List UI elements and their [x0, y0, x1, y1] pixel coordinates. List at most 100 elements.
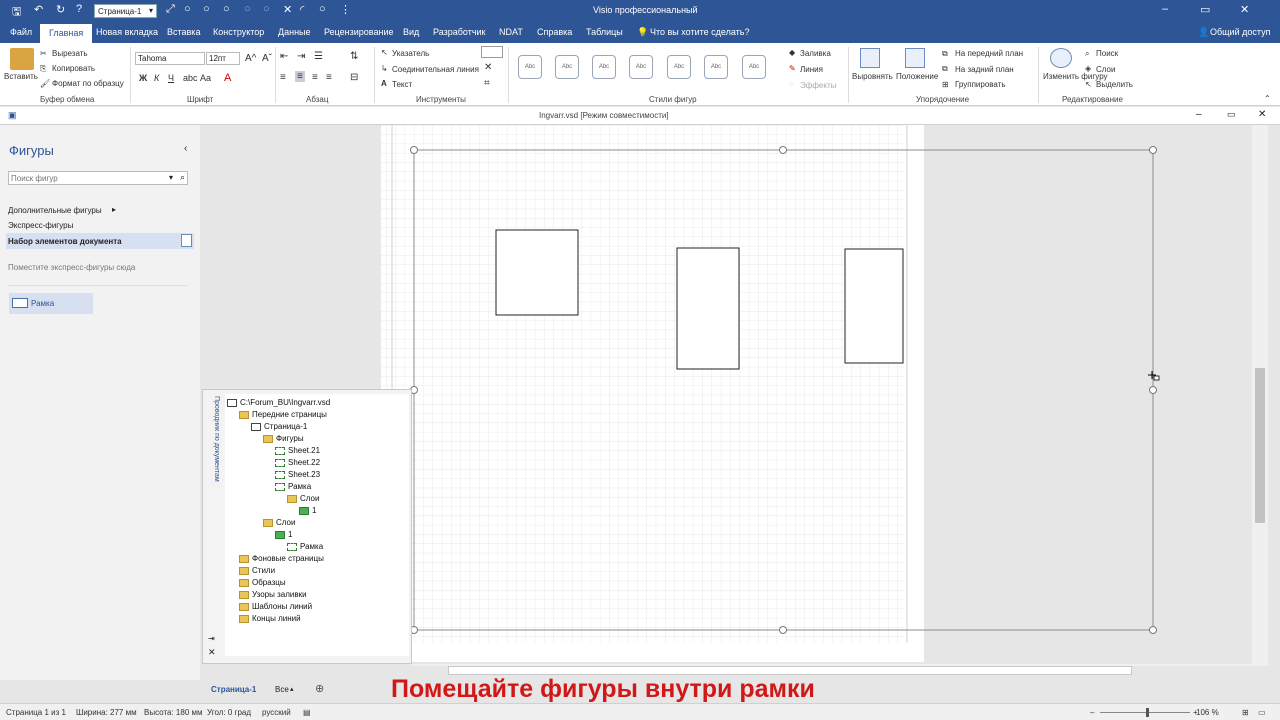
save-icon[interactable]: 🖫: [12, 3, 21, 22]
tab-new[interactable]: Новая вкладка: [96, 25, 158, 39]
line-button[interactable]: Линия: [800, 65, 823, 74]
collapse-pane-icon[interactable]: ‹: [184, 143, 187, 154]
doc-close-icon[interactable]: ✕: [1258, 109, 1266, 120]
ellipse-icon[interactable]: ○: [244, 3, 251, 15]
zoom-slider-thumb[interactable]: [1146, 708, 1149, 717]
tab-insert[interactable]: Вставка: [167, 25, 200, 39]
status-page[interactable]: Страница 1 из 1: [6, 708, 66, 717]
doc-maximize-icon[interactable]: ▭: [1227, 109, 1236, 120]
bold-button[interactable]: Ж: [139, 73, 147, 83]
chevron-down-icon[interactable]: ▾: [169, 173, 173, 182]
text-block-icon[interactable]: ⊟: [350, 72, 358, 83]
text-direction-icon[interactable]: ⇅: [350, 51, 358, 62]
shape-search-input[interactable]: [9, 172, 159, 185]
redo-icon[interactable]: ↻: [56, 3, 65, 16]
vertical-scroll-thumb[interactable]: [1255, 368, 1265, 523]
change-shape-icon[interactable]: [1050, 48, 1072, 68]
quick-shapes-link[interactable]: Экспресс-фигуры: [8, 221, 73, 230]
connector-tool-button[interactable]: Соединительная линия: [392, 65, 479, 74]
tab-file[interactable]: Файл: [10, 25, 32, 39]
tab-tables[interactable]: Таблицы: [586, 25, 623, 39]
shape-style-1[interactable]: Abc: [518, 55, 542, 79]
zoom-out-icon[interactable]: –: [1090, 708, 1094, 717]
pin-icon[interactable]: ⇥: [208, 634, 215, 643]
explorer-tree-item[interactable]: Шаблоны линий: [239, 602, 312, 611]
crop-tool-icon[interactable]: ⌗: [484, 78, 490, 89]
ellipse-icon[interactable]: ○: [263, 3, 270, 15]
align-icon[interactable]: [860, 48, 880, 68]
font-size-select[interactable]: 12пт: [206, 52, 240, 65]
shape-style-4[interactable]: Abc: [629, 55, 653, 79]
explorer-tree-item[interactable]: Стили: [239, 566, 275, 575]
sheet-22-rectangle[interactable]: [676, 247, 740, 370]
page-tab-current[interactable]: Страница-1: [211, 685, 256, 694]
tab-design[interactable]: Конструктор: [213, 25, 264, 39]
send-back-button[interactable]: На задний план: [955, 65, 1014, 74]
selection-handle[interactable]: [779, 146, 787, 154]
shrink-font-icon[interactable]: Aˇ: [262, 53, 272, 64]
align-right-icon[interactable]: ≡: [312, 72, 318, 83]
customize-icon[interactable]: ⋮: [340, 3, 351, 16]
tab-data[interactable]: Данные: [278, 25, 311, 39]
explorer-tree-item[interactable]: Фоновые страницы: [239, 554, 324, 563]
vertical-scrollbar[interactable]: [1252, 125, 1268, 666]
tab-ndat[interactable]: NDAT: [499, 25, 523, 39]
selection-handle[interactable]: [779, 626, 787, 634]
tab-developer[interactable]: Разработчик: [433, 25, 485, 39]
shape-style-6[interactable]: Abc: [704, 55, 728, 79]
fit-page-icon[interactable]: ⊞: [1242, 708, 1249, 717]
frame-shape-item[interactable]: Рамка: [9, 293, 93, 314]
selection-handle[interactable]: [1149, 146, 1157, 154]
all-pages-button[interactable]: Все: [275, 685, 289, 694]
justify-icon[interactable]: ≡: [326, 72, 332, 83]
position-button[interactable]: Положение: [896, 72, 938, 81]
close-icon[interactable]: ✕: [1240, 3, 1249, 16]
shape-style-5[interactable]: Abc: [667, 55, 691, 79]
zoom-level[interactable]: 106 %: [1196, 708, 1219, 717]
group-shapes-button[interactable]: Группировать: [955, 80, 1006, 89]
maximize-icon[interactable]: ▭: [1200, 3, 1210, 16]
selection-handle[interactable]: [1149, 626, 1157, 634]
minimize-icon[interactable]: –: [1162, 3, 1168, 15]
shape-style-2[interactable]: Abc: [555, 55, 579, 79]
macro-icon[interactable]: ▤: [303, 708, 311, 717]
explorer-tree-item[interactable]: 1: [299, 506, 316, 515]
tab-home[interactable]: Главная: [40, 24, 93, 43]
pointer-icon[interactable]: ⤢: [166, 3, 175, 16]
add-page-icon[interactable]: ⊕: [315, 682, 324, 695]
paste-icon[interactable]: [10, 48, 34, 70]
close-tool-icon[interactable]: ✕: [484, 62, 492, 73]
paste-button[interactable]: Вставить: [4, 72, 38, 81]
italic-button[interactable]: К: [154, 73, 159, 83]
help-icon[interactable]: ?: [76, 3, 82, 15]
align-left-icon[interactable]: ≡: [280, 72, 286, 83]
arc-icon[interactable]: ◜: [300, 3, 304, 16]
tab-review[interactable]: Рецензирование: [324, 25, 394, 39]
change-case-icon[interactable]: Aa: [200, 73, 211, 83]
page-selector[interactable]: Страница-1 ▾: [94, 4, 157, 18]
share-button[interactable]: Общий доступ: [1210, 25, 1270, 39]
explorer-tree-item[interactable]: Образцы: [239, 578, 286, 587]
layers-button[interactable]: Слои: [1096, 65, 1115, 74]
more-shapes-link[interactable]: Дополнительные фигуры: [8, 206, 102, 215]
pointer-tool-button[interactable]: Указатель: [392, 49, 429, 58]
status-language[interactable]: русский: [262, 708, 291, 717]
text-tool-button[interactable]: Текст: [392, 80, 412, 89]
shape-search-box[interactable]: ▾ ⌕: [8, 171, 188, 185]
selection-handle[interactable]: [1149, 386, 1157, 394]
doc-stencil-item[interactable]: Набор элементов документа: [6, 233, 194, 249]
explorer-tree-item[interactable]: Страница-1: [251, 422, 307, 431]
search-icon[interactable]: ⌕: [180, 172, 185, 183]
indent-decrease-icon[interactable]: ⇤: [280, 51, 288, 62]
align-button[interactable]: Выровнять: [852, 72, 893, 81]
ellipse-icon[interactable]: ○: [184, 3, 191, 15]
explorer-tree-item[interactable]: Концы линий: [239, 614, 301, 623]
font-name-select[interactable]: Tahoma: [135, 52, 205, 65]
doc-minimize-icon[interactable]: –: [1196, 109, 1202, 120]
select-button[interactable]: Выделить: [1096, 80, 1133, 89]
explorer-tree-item[interactable]: Sheet.21: [275, 446, 320, 455]
explorer-tree-item[interactable]: Узоры заливки: [239, 590, 307, 599]
explorer-tree-item[interactable]: Рамка: [275, 482, 311, 491]
ellipse-icon[interactable]: ○: [203, 3, 210, 15]
strikethrough-icon[interactable]: abc: [183, 73, 198, 83]
